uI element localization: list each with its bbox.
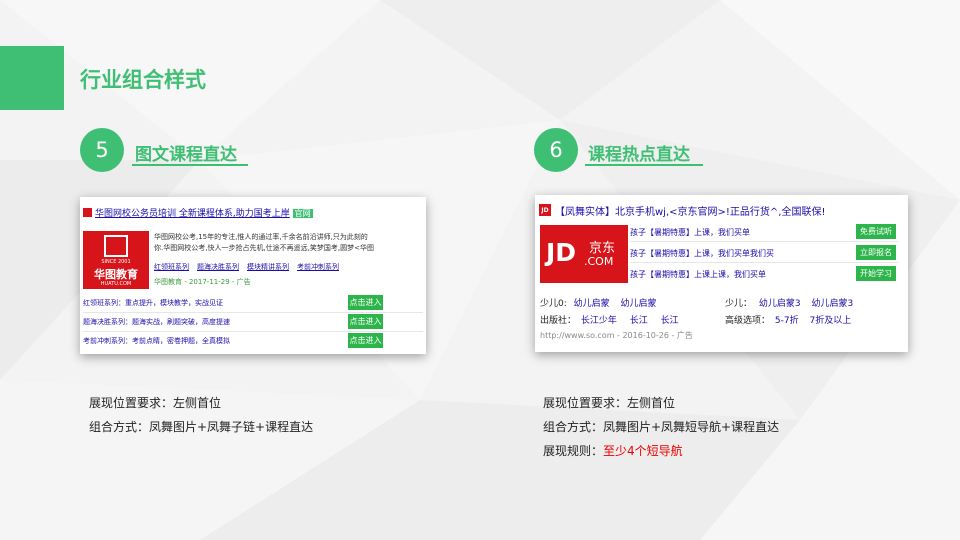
attr-link[interactable]: 长江 bbox=[630, 316, 648, 326]
course-row: 孩子【暑期特惠】上课，我们买单 免费试听 bbox=[630, 222, 898, 242]
enter-button[interactable]: 点击进入 bbox=[348, 295, 383, 310]
ht-logo-icon bbox=[104, 235, 128, 257]
ad-desc-line: 你.华图网校公考,快人一步抢占先机,仕途不再遥远,笑梦国考,圆梦<华图 bbox=[154, 244, 374, 252]
attr-link[interactable]: 幼儿启蒙3 bbox=[812, 299, 854, 309]
sublink[interactable]: 模块精讲系列 bbox=[247, 262, 289, 272]
course-row-text[interactable]: 红领班系列：重点提升，模块教学，实战见证 bbox=[83, 298, 223, 308]
desc-combination: 组合方式：凤舞图片+凤舞子链+课程直达 bbox=[89, 420, 314, 434]
attr-link[interactable]: 5-7折 bbox=[775, 316, 799, 326]
section-number-6: 6 bbox=[534, 128, 578, 172]
course-row: 孩子【暑期特惠】上课上课，我们买单 开始学习 bbox=[630, 264, 898, 284]
course-row-text[interactable]: 题海决胜系列：题海实战，刷题突破，高度提速 bbox=[83, 317, 230, 327]
attr-row: 少儿： 幼儿启蒙3 幼儿启蒙3 bbox=[725, 299, 854, 309]
hu-logo-icon bbox=[83, 208, 92, 217]
desc-position: 展现位置要求：左侧首位 bbox=[89, 396, 222, 410]
display-rule-value: 至少4个短导航 bbox=[603, 444, 683, 458]
ad-card-jd: JD 【凤舞实体】北京手机wj,<京东官网>!正品行货^,全国联保! JD 京东… bbox=[535, 195, 908, 352]
jd-logo-image: JD 京东 .COM bbox=[540, 225, 628, 283]
ad-card-huatu: 华图网校公务员培训 全新课程体系,助力国考上岸 官网 SINCE 2001 华图… bbox=[80, 197, 426, 354]
desc-display-rule: 展现规则：至少4个短导航 bbox=[543, 444, 683, 458]
section-number-5: 5 bbox=[80, 128, 124, 172]
ad-title-link[interactable]: 华图网校公务员培训 全新课程体系,助力国考上岸 bbox=[95, 209, 290, 219]
desc-combination: 组合方式：凤舞图片+凤舞短导航+课程直达 bbox=[543, 420, 780, 434]
page-title: 行业组合样式 bbox=[80, 68, 206, 92]
ad-title-link[interactable]: 【凤舞实体】北京手机wj,<京东官网>!正品行货^,全国联保! bbox=[555, 203, 825, 218]
register-button[interactable]: 立即报名 bbox=[856, 245, 896, 260]
section-underline bbox=[132, 164, 248, 166]
attr-row: 高级选项： 5-7折 7折及以上 bbox=[725, 316, 852, 326]
section-title-hot-course: 课程热点直达 bbox=[588, 145, 690, 165]
enter-button[interactable]: 点击进入 bbox=[348, 333, 383, 348]
sublink[interactable]: 红领班系列 bbox=[154, 262, 189, 272]
course-row-text[interactable]: 考前冲刺系列：考前点睛，密卷押题，全真模拟 bbox=[83, 336, 230, 346]
ad-url: http://www.so.com - 2016-10-26 - 广告 bbox=[540, 331, 693, 340]
course-row-text[interactable]: 孩子【暑期特惠】上课，我们买单我们买 bbox=[630, 248, 774, 259]
attr-link[interactable]: 长江少年 bbox=[581, 316, 617, 326]
ad-meta: 华图教育 - 2017-11-29 - 广告 bbox=[154, 278, 251, 286]
course-row: 考前冲刺系列：考前点睛，密卷押题，全真模拟 点击进入 bbox=[83, 332, 423, 351]
title-accent-block bbox=[0, 46, 64, 110]
sublink[interactable]: 题海决胜系列 bbox=[197, 262, 239, 272]
enter-button[interactable]: 点击进入 bbox=[348, 314, 383, 329]
desc-position: 展现位置要求：左侧首位 bbox=[543, 396, 676, 410]
attr-link[interactable]: 长江 bbox=[661, 316, 679, 326]
official-badge: 官网 bbox=[292, 209, 313, 218]
course-row: 孩子【暑期特惠】上课，我们买单我们买 立即报名 bbox=[630, 243, 898, 263]
jd-favicon-icon: JD bbox=[539, 204, 551, 216]
free-trial-button[interactable]: 免费试听 bbox=[856, 224, 896, 239]
huatu-logo-image: SINCE 2001 华图教育 HUATU.COM bbox=[83, 231, 149, 289]
sublink[interactable]: 考前冲刺系列 bbox=[297, 262, 339, 272]
attr-link[interactable]: 幼儿启蒙3 bbox=[759, 299, 801, 309]
course-row: 红领班系列：重点提升，模块教学，实战见证 点击进入 bbox=[83, 294, 423, 313]
attr-row: 少儿0: 幼儿启蒙 幼儿启蒙 bbox=[540, 299, 657, 309]
course-row: 题海决胜系列：题海实战，刷题突破，高度提速 点击进入 bbox=[83, 313, 423, 332]
attr-link[interactable]: 幼儿启蒙 bbox=[621, 299, 657, 309]
section-title-graphic-course: 图文课程直达 bbox=[135, 145, 237, 165]
ad-desc-line: 华图网校公考,15年的专注,惟人的通过率,千余名前沿讲师,只为此刻的 bbox=[154, 233, 368, 241]
section-underline bbox=[585, 164, 703, 166]
course-row-text[interactable]: 孩子【暑期特惠】上课上课，我们买单 bbox=[630, 269, 766, 280]
course-row-text[interactable]: 孩子【暑期特惠】上课，我们买单 bbox=[630, 227, 750, 238]
attr-link[interactable]: 幼儿启蒙 bbox=[574, 299, 610, 309]
attr-row: 出版社： 长江少年 长江 长江 bbox=[540, 316, 679, 326]
attr-link[interactable]: 7折及以上 bbox=[809, 316, 851, 326]
start-learning-button[interactable]: 开始学习 bbox=[856, 266, 896, 281]
